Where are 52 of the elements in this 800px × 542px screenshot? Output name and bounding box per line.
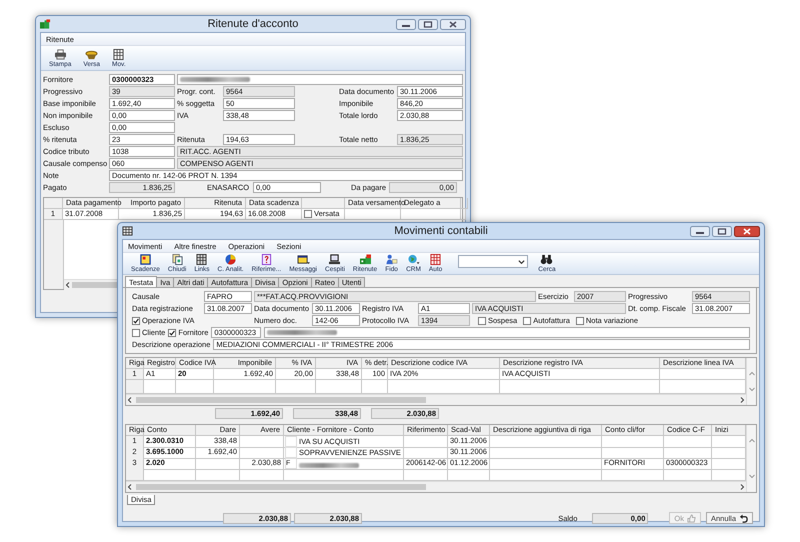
document-icon [170,254,184,265]
question-icon [260,254,273,265]
empty-cell [196,458,240,470]
grid-icon [122,226,133,236]
boxes-icon [358,254,372,265]
calendar-icon [138,254,152,265]
checkbox[interactable] [576,316,584,324]
empty-cell [602,436,664,448]
grid-icon [429,254,442,265]
scrollbar[interactable] [126,394,746,405]
printer-icon [54,48,67,60]
close-button[interactable] [440,18,466,30]
grid-icon [112,48,126,60]
caret-icon [518,258,526,264]
close-button[interactable] [734,226,760,236]
grid-icon [195,254,208,265]
window-title: Movimenti contabili [394,225,488,237]
scrollbar[interactable] [746,425,756,492]
empty-cell [664,447,712,459]
app-icon [40,19,51,29]
checkbox[interactable] [168,328,176,336]
window-title: Ritenute d'acconto [208,18,298,30]
blurred-text [299,462,359,468]
checkbox[interactable] [478,316,486,324]
type-field[interactable] [285,436,297,447]
row-header [126,469,144,481]
undo-icon [739,514,748,522]
type-field[interactable] [285,447,297,458]
window-icon [296,254,310,265]
pie-chart-icon [224,254,238,265]
minimize-button[interactable] [690,226,710,236]
empty-cell [664,436,712,448]
checkbox[interactable] [132,316,140,324]
binoculars-icon [540,254,554,265]
empty-cell [602,447,664,459]
scrollbar[interactable] [746,358,756,405]
input-field[interactable] [264,327,750,338]
thumb-icon [686,514,696,522]
checkbox[interactable] [132,328,140,336]
basket-icon [85,48,98,60]
input-field[interactable] [177,74,463,85]
blurred-text [267,330,338,335]
globe-icon [407,254,420,265]
checkbox[interactable] [304,210,312,218]
maximize-button[interactable] [712,226,732,236]
scrollbar[interactable] [126,481,746,492]
minimize-button[interactable] [396,18,416,30]
checkbox[interactable] [523,316,532,324]
maximize-button[interactable] [418,18,438,30]
person-icon [385,254,398,265]
row-header [126,380,144,394]
blurred-text [180,77,250,82]
